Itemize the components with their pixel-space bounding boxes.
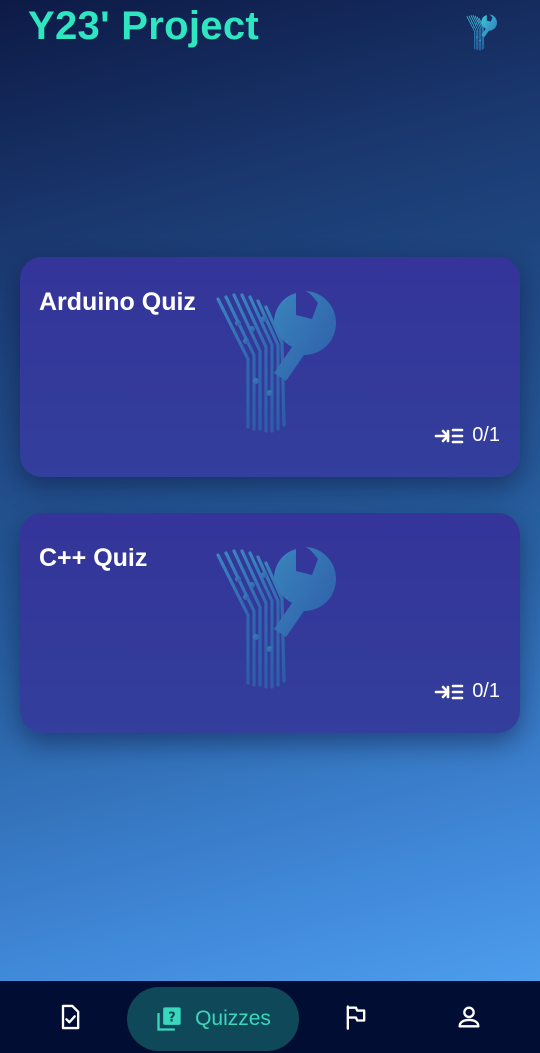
- svg-text:?: ?: [168, 1010, 175, 1025]
- bottom-navigation: ? Quizzes: [0, 981, 540, 1053]
- person-icon: [458, 1006, 480, 1028]
- flag-icon: [346, 1005, 366, 1030]
- progress-count: 0/1: [472, 680, 500, 702]
- quiz-progress: 0/1: [434, 424, 500, 447]
- progress-count: 0/1: [472, 424, 500, 446]
- arrow-to-list-icon: [434, 684, 464, 699]
- document-check-icon: [61, 1004, 80, 1030]
- quiz-progress: 0/1: [434, 680, 500, 703]
- quiz-title: C++ Quiz: [39, 544, 148, 572]
- wrench-circuit-logo-icon: [464, 14, 498, 52]
- app-title: Y23' Project: [28, 4, 260, 48]
- quiz-card-cpp[interactable]: C++ Quiz 0/1: [20, 513, 520, 733]
- question-cards-icon: ?: [157, 1007, 181, 1031]
- nav-quizzes-button[interactable]: ? Quizzes: [127, 987, 299, 1051]
- quiz-card-arduino[interactable]: Arduino Quiz 0/1: [20, 257, 520, 477]
- wrench-circuit-logo-icon: [208, 289, 338, 439]
- nav-quizzes-label: Quizzes: [195, 1007, 271, 1030]
- quiz-title: Arduino Quiz: [39, 288, 196, 316]
- arrow-to-list-icon: [434, 428, 464, 443]
- nav-tasks-button[interactable]: [42, 987, 98, 1047]
- nav-challenges-button[interactable]: [328, 987, 384, 1047]
- nav-profile-button[interactable]: [441, 987, 497, 1047]
- wrench-circuit-logo-icon: [208, 545, 338, 695]
